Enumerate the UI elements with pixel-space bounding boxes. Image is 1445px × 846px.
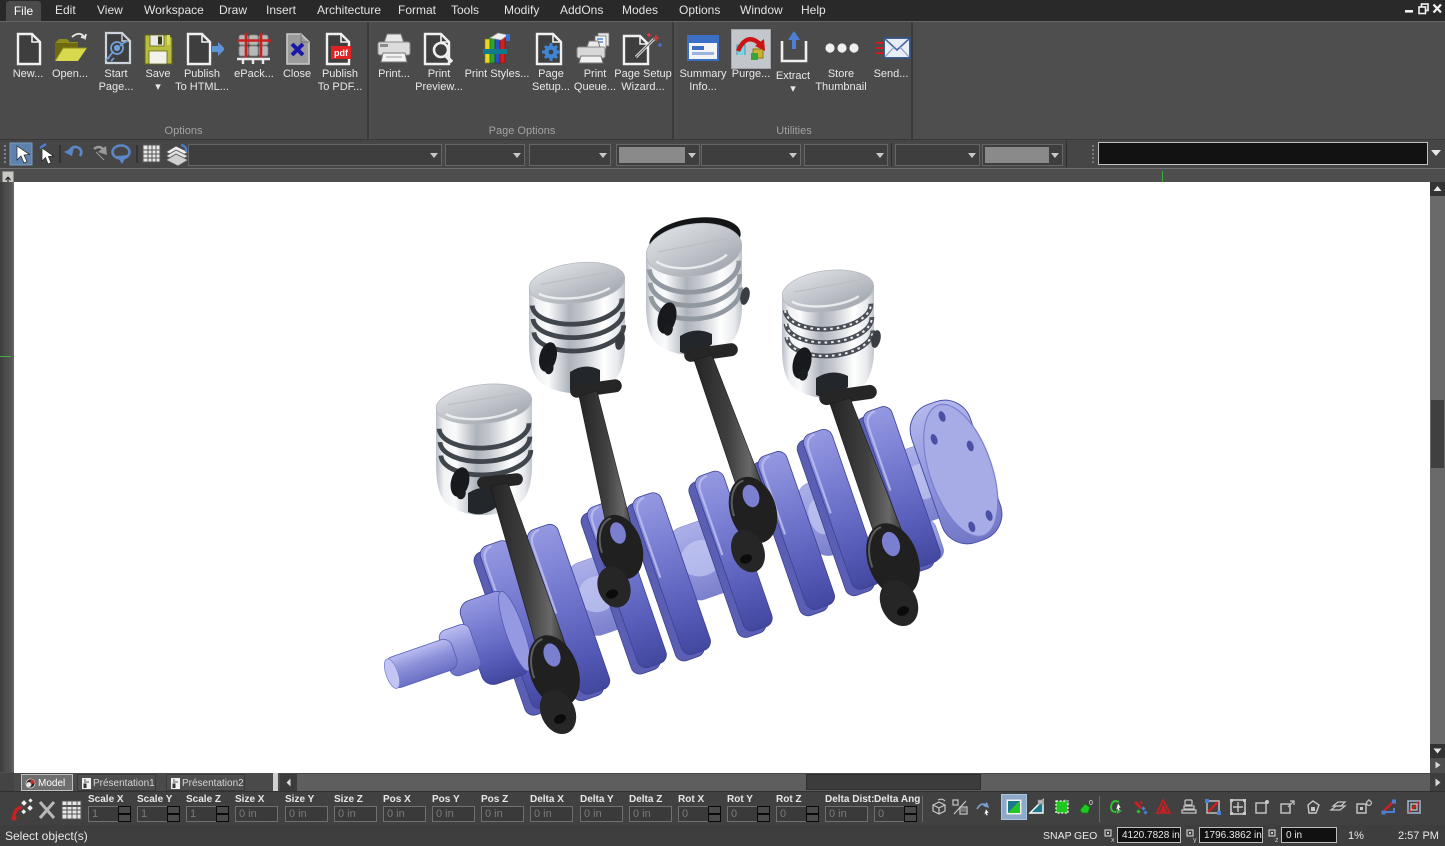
svg-text:0: 0 [1089, 800, 1093, 807]
svg-text:z: z [1275, 837, 1279, 843]
svg-text:x: x [1111, 837, 1115, 843]
svg-text:pdf: pdf [334, 48, 349, 58]
svg-text:y: y [1193, 837, 1197, 843]
